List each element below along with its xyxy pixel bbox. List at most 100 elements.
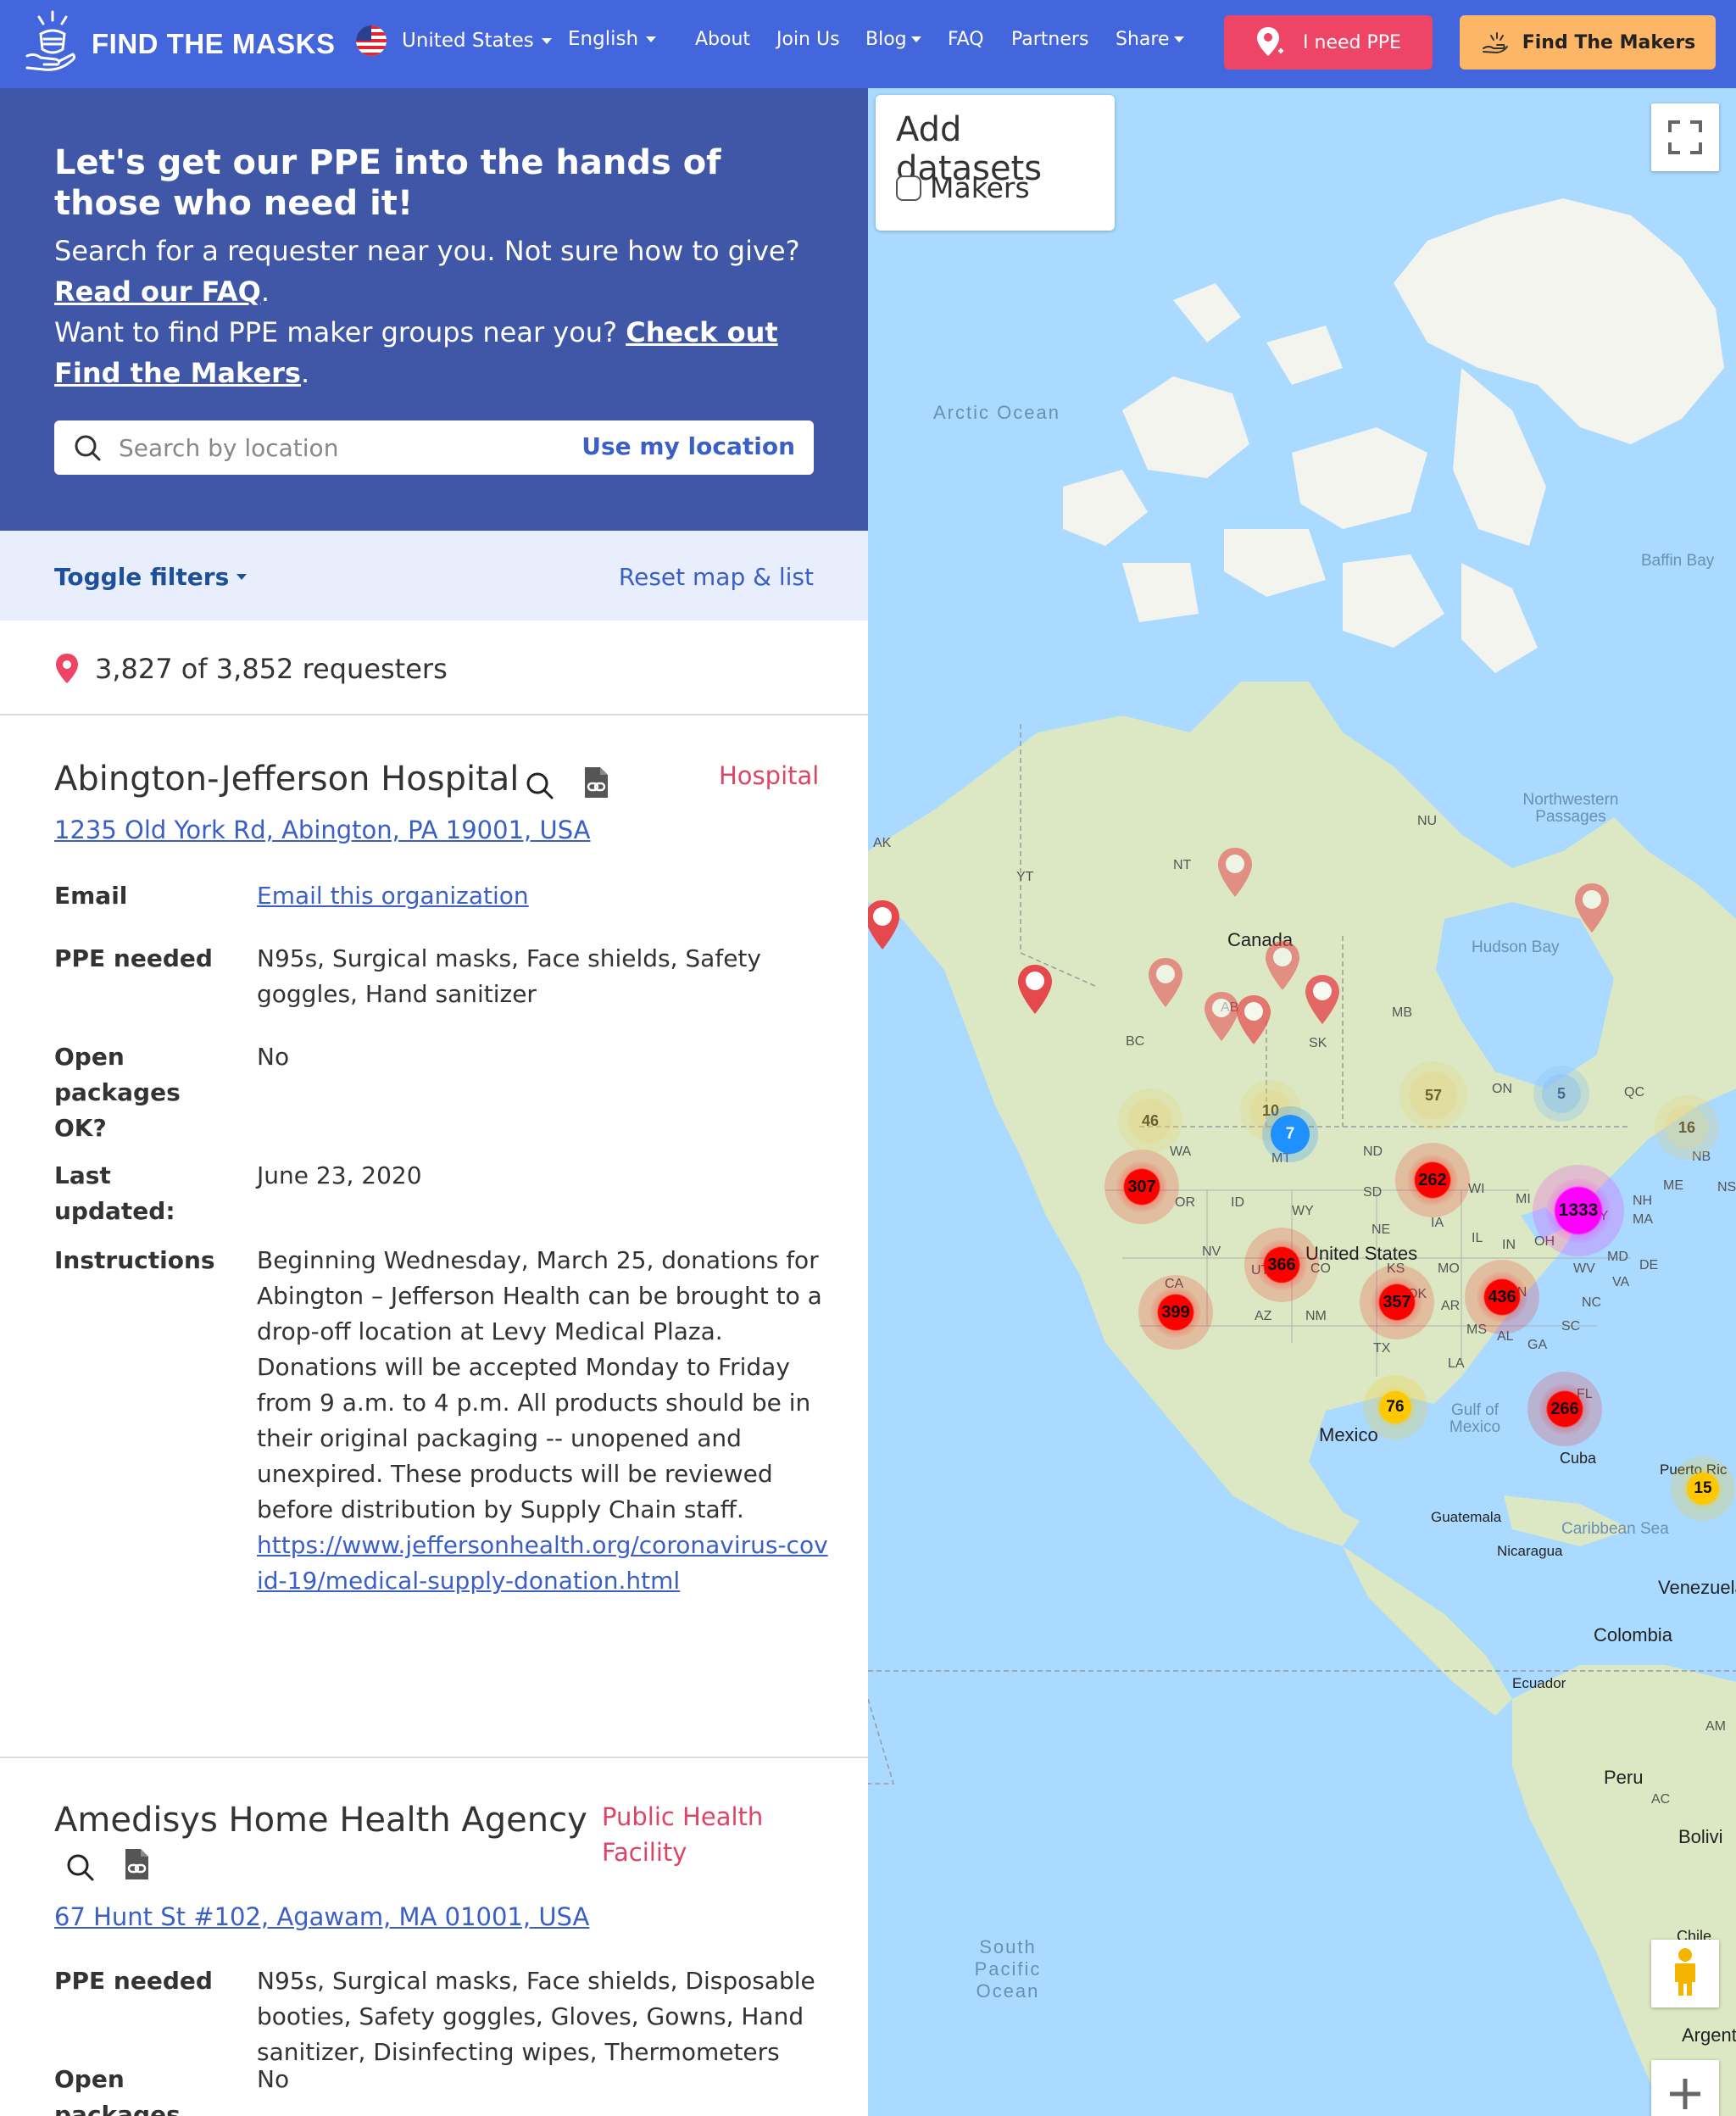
- map-cluster[interactable]: 76: [1373, 1385, 1417, 1429]
- map-label-cuba: Cuba: [1560, 1450, 1597, 1467]
- map-cluster[interactable]: 7: [1271, 1115, 1310, 1154]
- i-need-ppe-button[interactable]: I need PPE: [1224, 15, 1433, 70]
- map-marker-icon[interactable]: [1234, 994, 1273, 1046]
- street-view-pegman-button[interactable]: [1651, 1940, 1719, 2007]
- map-state-label: MO: [1438, 1261, 1460, 1276]
- map-cluster[interactable]: 262: [1407, 1155, 1458, 1206]
- fullscreen-icon: [1668, 120, 1702, 154]
- search-icon[interactable]: [63, 1850, 98, 1885]
- open-packages-value: No: [257, 1043, 290, 1071]
- requester-count-text: 3,827 of 3,852 requesters: [95, 653, 448, 685]
- map-state-label: NV: [1202, 1245, 1221, 1259]
- add-datasets-panel: Add datasets Makers: [876, 95, 1115, 231]
- map-state-label: AM: [1705, 1719, 1726, 1734]
- link-document-icon[interactable]: [119, 1846, 154, 1882]
- map-state-label: IL: [1472, 1231, 1483, 1245]
- open-packages-value: No: [257, 2065, 290, 2093]
- reset-map-and-list-button[interactable]: Reset map & list: [619, 563, 814, 591]
- makers-checkbox-label[interactable]: Makers: [930, 171, 1030, 204]
- requester-address-link[interactable]: 67 Hunt St #102, Agawam, MA 01001, USA: [54, 1902, 589, 1931]
- map-state-label: NS: [1717, 1180, 1736, 1194]
- ppe-needed-value: N95s, Surgical masks, Face shields, Disp…: [257, 1967, 815, 2066]
- requester-address-link[interactable]: 1235 Old York Rd, Abington, PA 19001, US…: [54, 816, 590, 844]
- map-state-label: DE: [1639, 1258, 1659, 1272]
- nav-blog-label: Blog: [865, 29, 907, 50]
- map-marker-icon[interactable]: [1216, 846, 1255, 899]
- toggle-filters-button[interactable]: Toggle filters: [54, 563, 248, 591]
- map-marker-icon[interactable]: [1263, 939, 1302, 992]
- map-state-label: MA: [1633, 1212, 1653, 1227]
- map-cluster[interactable]: 57: [1410, 1072, 1457, 1119]
- map-marker-icon[interactable]: [1572, 882, 1611, 934]
- map-cluster[interactable]: 15: [1681, 1467, 1725, 1511]
- requester-card: Amedisys Home Health Agency Public Healt…: [0, 1760, 868, 2116]
- use-my-location-button[interactable]: Use my location: [581, 432, 795, 460]
- map-marker-icon[interactable]: [868, 899, 902, 951]
- instructions-link[interactable]: https://www.jeffersonhealth.org/coronavi…: [257, 1531, 828, 1595]
- zoom-in-button[interactable]: [1651, 2060, 1719, 2116]
- hero-banner: Let's get our PPE into the hands of thos…: [0, 88, 868, 531]
- map-label-gulf-of-mexico: Gulf of Mexico: [1449, 1401, 1501, 1436]
- country-label: United States: [402, 30, 534, 52]
- map-state-label: NC: [1582, 1295, 1602, 1310]
- map-cluster[interactable]: 366: [1256, 1239, 1307, 1290]
- map-state-label: LA: [1448, 1356, 1465, 1371]
- map-state-label: ND: [1363, 1144, 1383, 1159]
- map-cluster[interactable]: 46: [1128, 1099, 1172, 1143]
- map-label-nicaragua: Nicaragua: [1497, 1543, 1563, 1559]
- hero-makers-line: Want to find PPE maker groups near you? …: [54, 316, 778, 389]
- map-state-label: VA: [1612, 1275, 1630, 1289]
- map-cluster[interactable]: 399: [1150, 1287, 1201, 1338]
- map-cluster[interactable]: 5: [1542, 1074, 1581, 1113]
- ppe-needed-label: PPE needed: [54, 1967, 213, 1995]
- nav-blog[interactable]: Blog: [865, 29, 921, 50]
- map-marker-icon[interactable]: [1015, 963, 1054, 1016]
- fullscreen-button[interactable]: [1651, 103, 1719, 171]
- nav-partners[interactable]: Partners: [1011, 29, 1088, 50]
- requester-card: Abington-Jefferson Hospital Hospital 123…: [0, 716, 868, 1758]
- map-state-label: AK: [873, 836, 892, 850]
- map-state-label: WY: [1292, 1204, 1314, 1218]
- country-dropdown[interactable]: United States: [356, 25, 552, 56]
- map-state-label: AR: [1441, 1299, 1461, 1313]
- us-flag-icon: [356, 25, 387, 56]
- hero-line-2: Want to find PPE maker groups near you?: [54, 316, 618, 348]
- makers-checkbox[interactable]: [896, 175, 921, 201]
- link-document-icon[interactable]: [578, 765, 614, 800]
- map-label-guatemala: Guatemala: [1431, 1509, 1502, 1525]
- faq-link[interactable]: Read our FAQ: [54, 276, 261, 308]
- map-pin-icon: [1257, 27, 1284, 56]
- location-search-input[interactable]: [119, 433, 593, 462]
- map-marker-icon[interactable]: [1146, 956, 1185, 1009]
- nav-share[interactable]: Share: [1116, 29, 1184, 50]
- hero-line-1: Search for a requester near you. Not sur…: [54, 235, 800, 267]
- open-packages-label: Open packages OK?: [54, 2065, 181, 2116]
- map-cluster[interactable]: 436: [1477, 1272, 1527, 1322]
- nav-about[interactable]: About: [695, 29, 750, 50]
- map-cluster[interactable]: 266: [1539, 1384, 1590, 1434]
- map-cluster[interactable]: 307: [1116, 1161, 1167, 1212]
- email-organization-link[interactable]: Email this organization: [257, 882, 529, 910]
- language-dropdown[interactable]: English: [568, 28, 657, 50]
- requester-map[interactable]: Arctic Ocean Baffin Bay Northwestern Pas…: [868, 88, 1736, 2116]
- map-state-label: SK: [1309, 1036, 1327, 1050]
- brand[interactable]: FIND THE MASKS: [22, 8, 336, 80]
- map-marker-icon[interactable]: [1303, 973, 1342, 1026]
- nav-faq[interactable]: FAQ: [948, 29, 984, 50]
- i-need-ppe-label: I need PPE: [1303, 31, 1401, 53]
- map-state-label: AL: [1497, 1329, 1514, 1344]
- map-label-northwestern-passages: Northwestern Passages: [1522, 791, 1619, 826]
- nav-join-us[interactable]: Join Us: [776, 29, 840, 50]
- map-label-peru: Peru: [1604, 1767, 1644, 1788]
- map-state-label: MI: [1516, 1192, 1531, 1206]
- find-the-makers-button[interactable]: Find The Makers: [1460, 15, 1716, 70]
- find-the-makers-label: Find The Makers: [1522, 31, 1696, 53]
- map-state-label: NH: [1633, 1194, 1653, 1208]
- helping-hand-icon: [1482, 32, 1508, 54]
- map-cluster[interactable]: 16: [1665, 1105, 1709, 1150]
- map-label-venezuela: Venezuela: [1658, 1577, 1736, 1598]
- map-state-label: ON: [1492, 1082, 1512, 1096]
- map-cluster[interactable]: 1333: [1546, 1178, 1611, 1243]
- search-icon[interactable]: [522, 768, 558, 804]
- map-cluster[interactable]: 357: [1372, 1277, 1422, 1328]
